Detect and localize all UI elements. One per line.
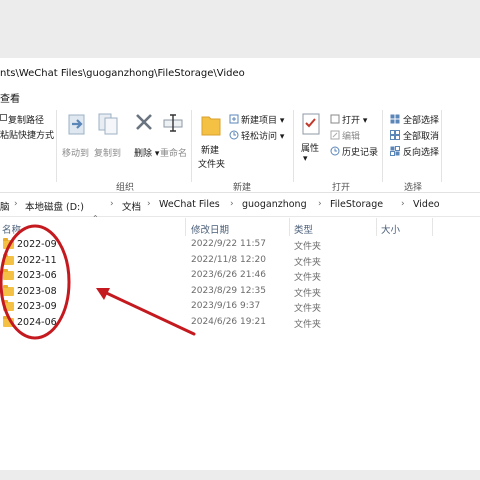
explorer-window: nts\WeChat Files\guoganzhong\FileStorage… — [0, 58, 480, 470]
annotation-arrow — [98, 288, 196, 336]
red-annotation-overlay — [0, 224, 196, 340]
highlight-ellipse — [0, 224, 71, 340]
